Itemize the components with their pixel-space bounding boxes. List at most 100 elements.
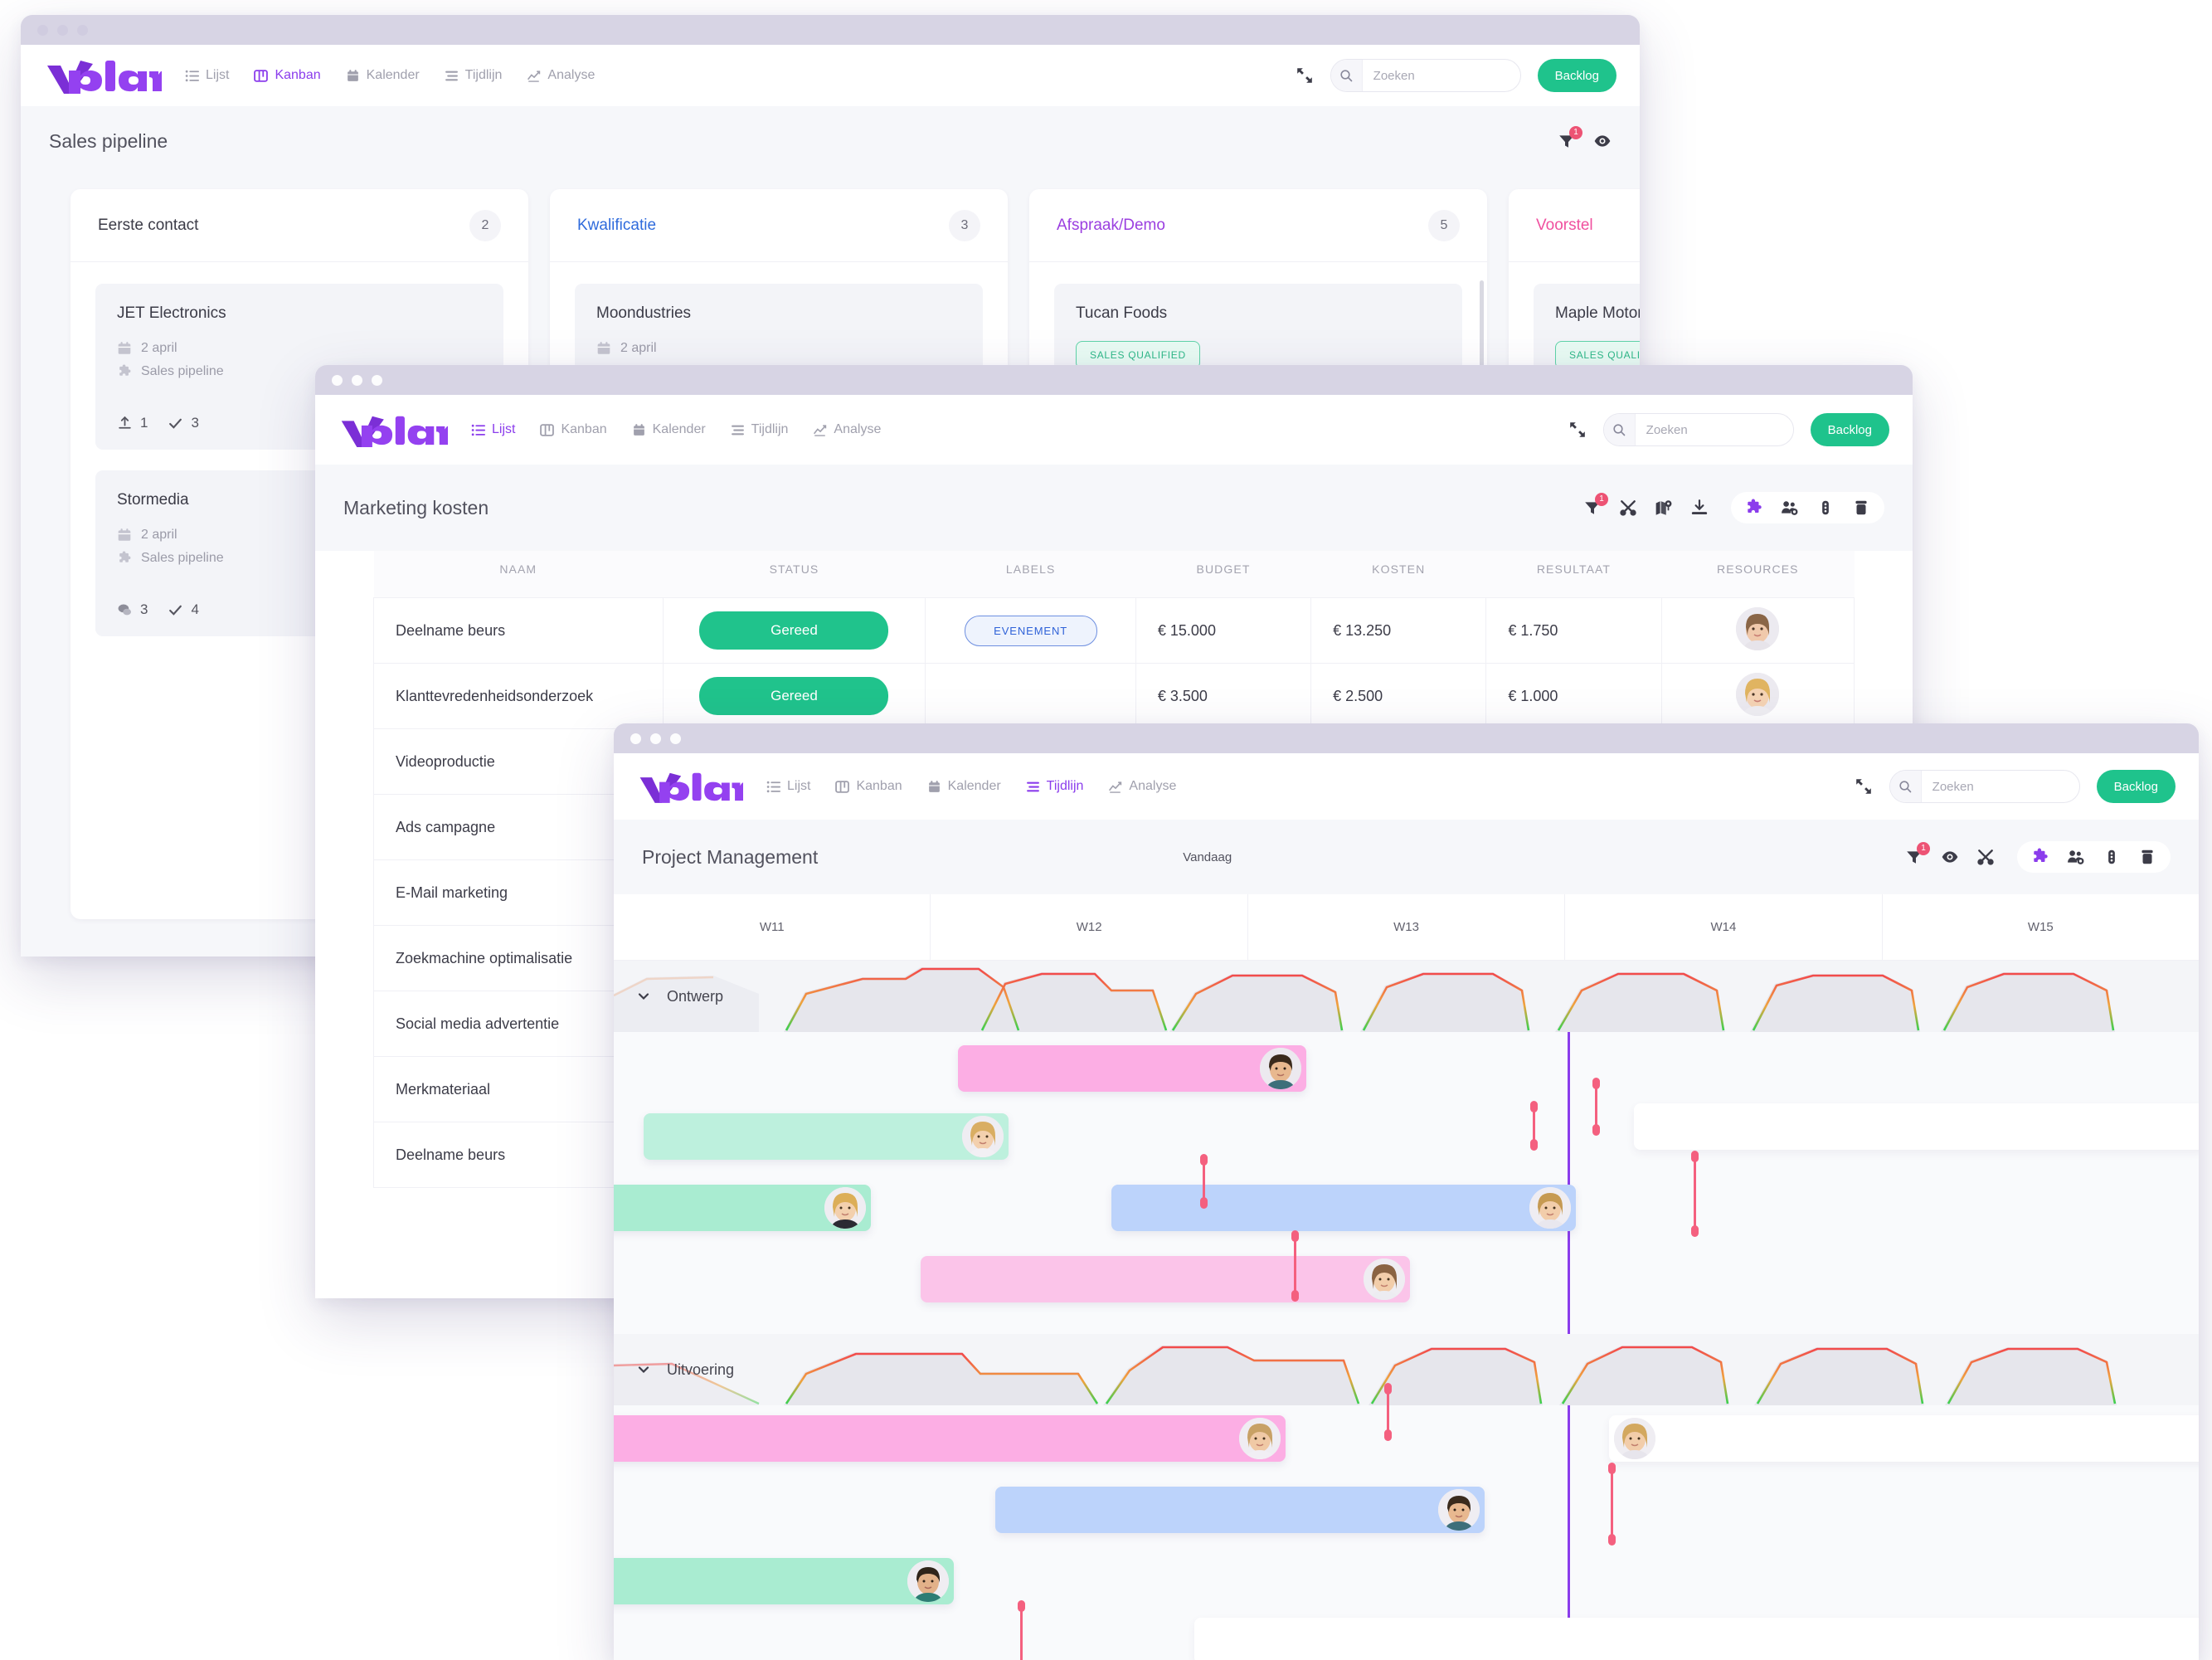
search-box[interactable]	[1330, 59, 1521, 92]
avatar[interactable]	[962, 1116, 1004, 1157]
gantt-bar[interactable]	[614, 1415, 1286, 1462]
avatar[interactable]	[1260, 1048, 1301, 1089]
column-header-labels[interactable]: LABELS	[925, 551, 1136, 598]
gantt-bar[interactable]	[995, 1487, 1485, 1533]
backlog-button[interactable]: Backlog	[1537, 59, 1616, 92]
eye-icon[interactable]	[1593, 132, 1612, 150]
search-input[interactable]	[1362, 68, 1520, 83]
gantt-bar[interactable]	[958, 1045, 1306, 1092]
avatar[interactable]	[824, 1187, 866, 1229]
chevron-down-icon[interactable]	[635, 1361, 652, 1378]
puzzle-icon[interactable]	[1745, 499, 1763, 517]
status-badge[interactable]: Gereed	[699, 611, 889, 650]
gantt-bar[interactable]	[1609, 1415, 2199, 1462]
backlog-button[interactable]: Backlog	[1810, 413, 1889, 446]
battery-icon[interactable]	[2103, 848, 2121, 866]
nav-label: Tijdlijn	[1046, 779, 1084, 793]
gantt-bar[interactable]	[921, 1256, 1410, 1302]
vplan-logo[interactable]	[44, 57, 162, 94]
avatar[interactable]	[1364, 1258, 1405, 1300]
vplan-logo[interactable]	[637, 770, 743, 803]
nav-item-lijst[interactable]: Lijst	[765, 776, 812, 797]
search-input[interactable]	[1635, 422, 1793, 437]
dependency-link	[1691, 1151, 1699, 1237]
window-close-dot[interactable]	[630, 733, 641, 744]
gantt-bar[interactable]	[614, 1558, 954, 1604]
week-cell[interactable]: W14	[1564, 894, 1881, 960]
gantt-bar[interactable]	[1194, 1618, 2199, 1660]
filter-icon[interactable]: 1	[1905, 842, 1930, 866]
people-gear-icon[interactable]	[1781, 499, 1799, 517]
nav-item-tijdlijn[interactable]: Tijdlijn	[1024, 776, 1086, 797]
nav-item-kalender[interactable]: Kalender	[926, 776, 1003, 797]
expand-icon[interactable]	[1296, 66, 1314, 85]
window-minimize-dot[interactable]	[352, 374, 362, 386]
week-cell[interactable]: W15	[1881, 894, 2199, 960]
vplan-logo[interactable]	[338, 413, 448, 447]
gantt-bar[interactable]	[614, 1185, 871, 1231]
window-minimize-dot[interactable]	[650, 733, 661, 744]
nav-item-tijdlijn[interactable]: Tijdlijn	[443, 65, 504, 86]
download-icon[interactable]	[1690, 499, 1709, 517]
filter-icon[interactable]: 1	[1583, 493, 1608, 517]
search-input[interactable]	[1921, 779, 2079, 794]
filter-icon[interactable]: 1	[1558, 126, 1582, 150]
backlog-button[interactable]: Backlog	[2096, 770, 2176, 803]
column-header-resultaat[interactable]: RESULTAAT	[1485, 551, 1662, 598]
week-cell[interactable]: W13	[1247, 894, 1564, 960]
nav-item-analyse[interactable]: Analyse	[525, 65, 596, 86]
nav-item-tijdlijn[interactable]: Tijdlijn	[729, 419, 790, 441]
expand-icon[interactable]	[1568, 421, 1587, 439]
avatar[interactable]	[907, 1560, 949, 1602]
label-badge[interactable]: EVENEMENT	[964, 615, 1097, 646]
window-close-dot[interactable]	[37, 24, 48, 36]
nav-item-lijst[interactable]: Lijst	[183, 65, 231, 86]
avatar[interactable]	[1438, 1489, 1480, 1531]
avatar[interactable]	[1736, 672, 1780, 716]
avatar[interactable]	[1736, 606, 1780, 650]
timeline-group-uitvoering[interactable]: Uitvoering	[614, 1334, 2199, 1405]
nav-item-kanban[interactable]: Kanban	[252, 65, 322, 86]
window-minimize-dot[interactable]	[57, 24, 68, 36]
window-maximize-dot[interactable]	[372, 374, 382, 386]
nav-item-kanban[interactable]: Kanban	[834, 776, 903, 797]
week-cell[interactable]: W11	[614, 894, 930, 960]
battery-icon[interactable]	[1816, 499, 1835, 517]
people-gear-icon[interactable]	[2067, 848, 2085, 866]
map-icon[interactable]	[1655, 499, 1673, 517]
expand-icon[interactable]	[1855, 777, 1873, 796]
column-header-kosten[interactable]: KOSTEN	[1310, 551, 1486, 598]
tools-icon[interactable]	[1619, 499, 1637, 517]
tools-icon[interactable]	[1976, 848, 1995, 866]
window-maximize-dot[interactable]	[670, 733, 681, 744]
nav-item-lijst[interactable]: Lijst	[469, 419, 517, 441]
search-box[interactable]	[1602, 413, 1794, 446]
nav-item-analyse[interactable]: Analyse	[811, 419, 882, 441]
column-header-naam[interactable]: NAAM	[373, 551, 664, 598]
nav-item-kalender[interactable]: Kalender	[344, 65, 421, 86]
nav-item-kalender[interactable]: Kalender	[630, 419, 707, 441]
window-maximize-dot[interactable]	[77, 24, 88, 36]
avatar[interactable]	[1239, 1418, 1281, 1459]
column-header-status[interactable]: STATUS	[663, 551, 926, 598]
timeline-group-ontwerp[interactable]: Ontwerp	[614, 961, 2199, 1032]
gantt-bar[interactable]	[1111, 1185, 1576, 1231]
gantt-bar[interactable]	[644, 1113, 1009, 1160]
column-header-budget[interactable]: BUDGET	[1135, 551, 1311, 598]
archive-icon[interactable]	[1852, 499, 1870, 517]
nav-item-analyse[interactable]: Analyse	[1106, 776, 1178, 797]
puzzle-icon[interactable]	[2031, 848, 2049, 866]
table-row[interactable]: Deelname beurs Gereed EVENEMENT € 15.000…	[373, 597, 1855, 664]
search-box[interactable]	[1889, 770, 2080, 803]
week-cell[interactable]: W12	[930, 894, 1247, 960]
chevron-down-icon[interactable]	[635, 988, 652, 1005]
column-header-resources[interactable]: RESOURCES	[1661, 551, 1855, 598]
status-badge[interactable]: Gereed	[699, 677, 889, 715]
avatar[interactable]	[1529, 1187, 1571, 1229]
eye-icon[interactable]	[1941, 848, 1959, 866]
window-close-dot[interactable]	[332, 374, 343, 386]
table-row[interactable]: Klanttevredenheidsonderzoek Gereed € 3.5…	[373, 663, 1855, 729]
archive-icon[interactable]	[2138, 848, 2156, 866]
avatar[interactable]	[1614, 1418, 1655, 1459]
nav-item-kanban[interactable]: Kanban	[538, 419, 608, 441]
